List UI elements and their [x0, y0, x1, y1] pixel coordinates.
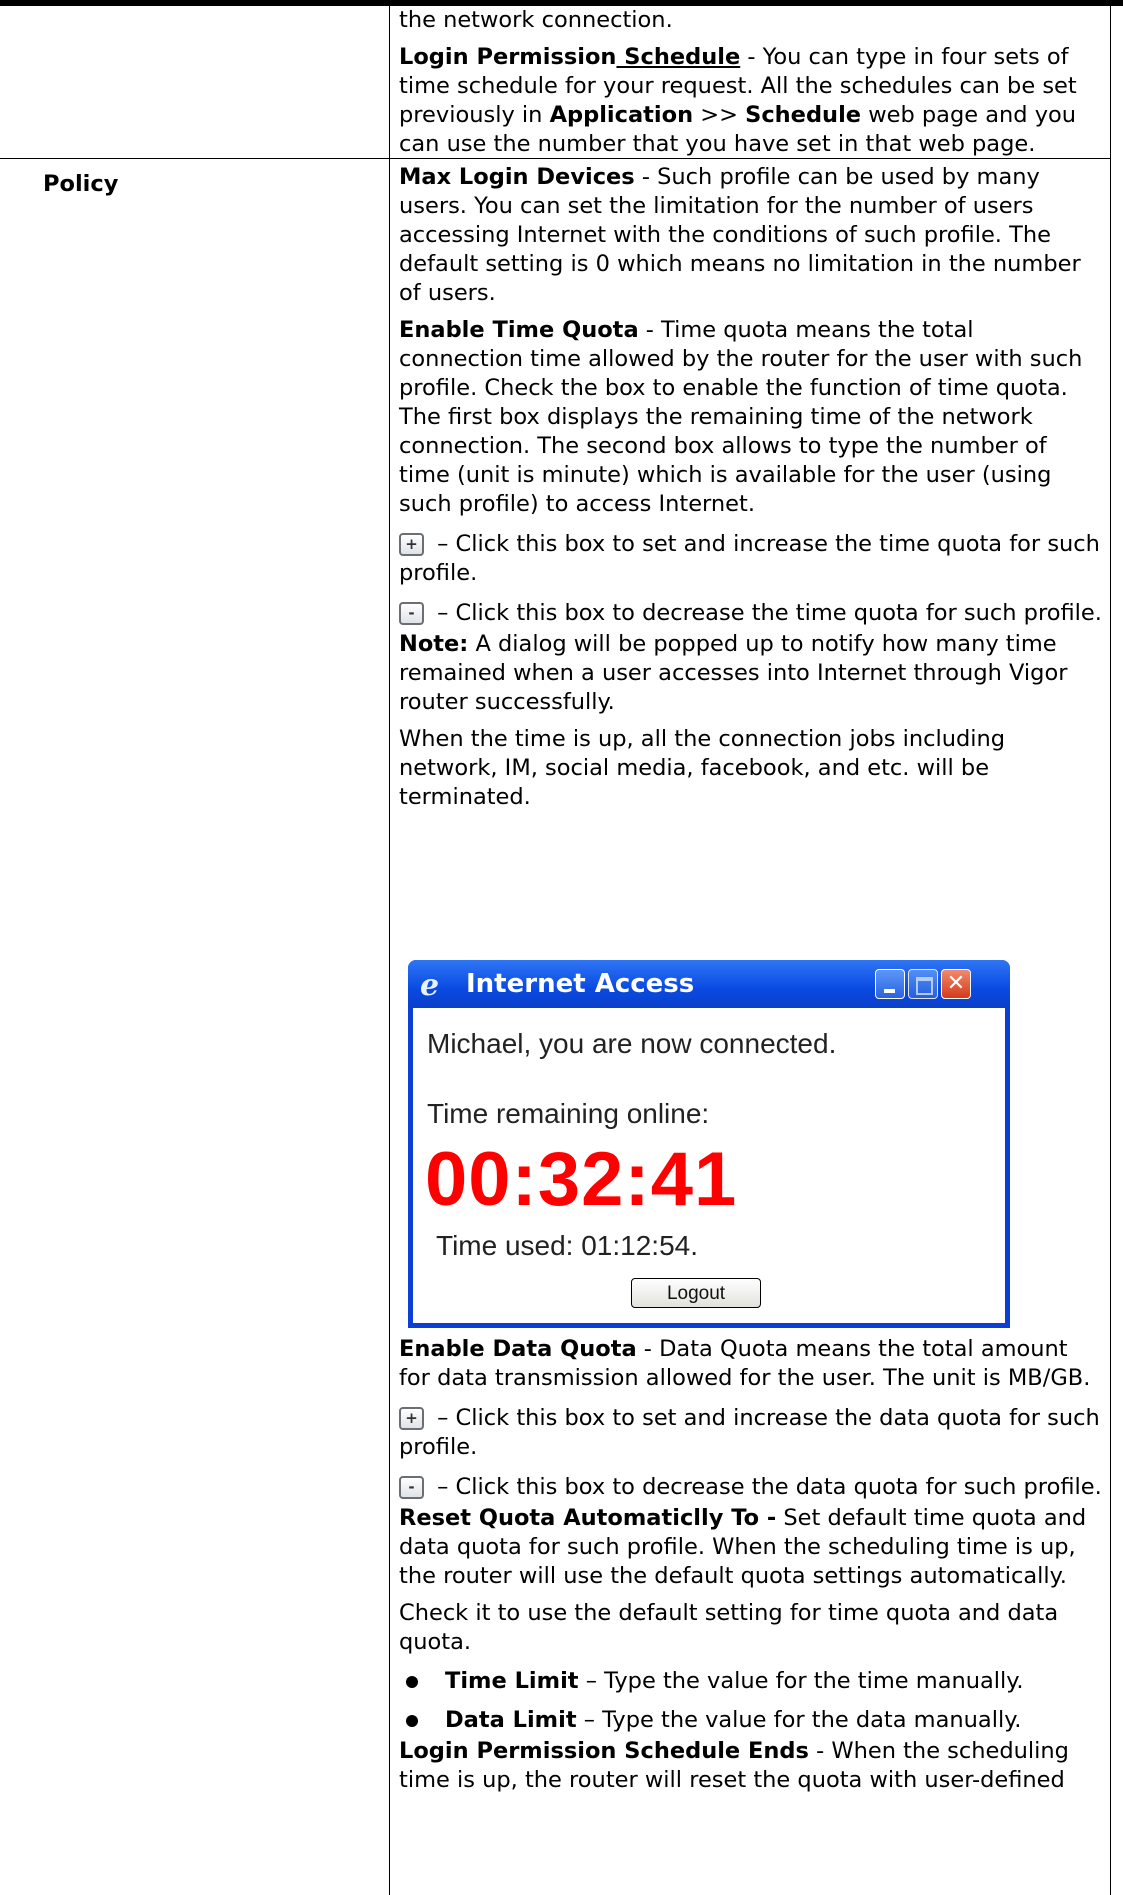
- policy-label: Policy: [43, 171, 119, 197]
- bullet-dot: [406, 1676, 418, 1688]
- time-quota-desc: Enable Time Quota - Time quota means the…: [399, 316, 1104, 519]
- column-divider: [389, 6, 390, 1895]
- lps-sched: Schedule: [745, 102, 862, 128]
- dialog-title: Internet Access: [466, 969, 695, 999]
- remaining-label: Time remaining online:: [427, 1098, 710, 1129]
- time-plus-desc: + – Click this box to set and increase t…: [399, 530, 1104, 588]
- time-quota-term: Enable Time Quota: [399, 317, 639, 343]
- time-used: Time used: 01:12:54.: [436, 1230, 699, 1261]
- time-minus-text: – Click this box to decrease the time qu…: [430, 600, 1102, 626]
- max-login-term: Max Login Devices: [399, 164, 635, 190]
- bullet-dot: [406, 1715, 418, 1727]
- reset-quota-desc: Reset Quota Automaticlly To - Set defaul…: [399, 1504, 1104, 1591]
- data-quota-desc: Enable Data Quota - Data Quota means the…: [399, 1335, 1104, 1393]
- time-minus-desc: - – Click this box to decrease the time …: [399, 599, 1104, 628]
- reset-term: Reset Quota Automaticlly To -: [399, 1505, 777, 1531]
- lpse-desc: Login Permission Schedule Ends - When th…: [399, 1737, 1104, 1795]
- internet-access-dialog: e Internet Access ✕ Michael, you are now…: [408, 960, 1010, 1328]
- note-desc: Note: A dialog will be popped up to noti…: [399, 630, 1104, 717]
- lps-gt: >>: [693, 102, 746, 128]
- time-up-desc: When the time is up, all the connection …: [399, 726, 1006, 810]
- data-limit-text: – Type the value for the data manually.: [576, 1707, 1022, 1733]
- logout-button[interactable]: Logout: [631, 1278, 761, 1308]
- continued-row-content: the network connection. Login Permission…: [399, 6, 1104, 159]
- maximize-icon[interactable]: [908, 969, 938, 999]
- minus-icon: -: [399, 1476, 424, 1499]
- data-quota-term: Enable Data Quota: [399, 1336, 637, 1362]
- note-text: A dialog will be popped up to notify how…: [399, 631, 1068, 715]
- plus-icon: +: [399, 1407, 424, 1430]
- ie-icon: e: [420, 968, 440, 1003]
- check-desc: Check it to use the default setting for …: [399, 1600, 1059, 1655]
- table-right-border: [1110, 6, 1111, 1895]
- data-plus-desc: + – Click this box to set and increase t…: [399, 1404, 1104, 1462]
- plus-icon: +: [399, 533, 424, 556]
- time-plus-text: – Click this box to set and increase the…: [399, 531, 1100, 586]
- connection-tail: the network connection.: [399, 7, 673, 33]
- minimize-icon[interactable]: [875, 969, 905, 999]
- lpse-term: Login Permission Schedule Ends: [399, 1738, 809, 1764]
- data-plus-text: – Click this box to set and increase the…: [399, 1405, 1100, 1460]
- lps-app: Application: [549, 102, 694, 128]
- login-permission-schedule-desc: Login Permission Schedule - You can type…: [399, 43, 1104, 159]
- data-limit-term: Data Limit: [445, 1707, 577, 1733]
- lps-term-a: Login Permission: [399, 44, 617, 70]
- connected-message: Michael, you are now connected.: [427, 1028, 837, 1059]
- close-icon[interactable]: ✕: [941, 969, 971, 999]
- dialog-body: Michael, you are now connected. Time rem…: [413, 1008, 1005, 1323]
- note-term: Note:: [399, 631, 469, 657]
- data-minus-text: – Click this box to decrease the data qu…: [430, 1474, 1102, 1500]
- lps-term-b: Schedule: [616, 44, 741, 70]
- policy-content-top: Max Login Devices - Such profile can be …: [399, 163, 1104, 812]
- data-minus-desc: - – Click this box to decrease the data …: [399, 1473, 1104, 1502]
- time-quota-text: - Time quota means the total connection …: [399, 317, 1083, 517]
- bullet-time-limit: Time Limit – Type the value for the time…: [399, 1667, 1104, 1696]
- time-limit-term: Time Limit: [445, 1668, 579, 1694]
- policy-content-bottom: Enable Data Quota - Data Quota means the…: [399, 1335, 1104, 1795]
- minus-icon: -: [399, 602, 424, 625]
- bullet-data-limit: Data Limit – Type the value for the data…: [399, 1706, 1104, 1735]
- remaining-timer: 00:32:41: [425, 1137, 738, 1222]
- dialog-title-bar: e Internet Access ✕: [408, 960, 1010, 1008]
- time-limit-text: – Type the value for the time manually.: [578, 1668, 1024, 1694]
- max-login-desc: Max Login Devices - Such profile can be …: [399, 163, 1104, 308]
